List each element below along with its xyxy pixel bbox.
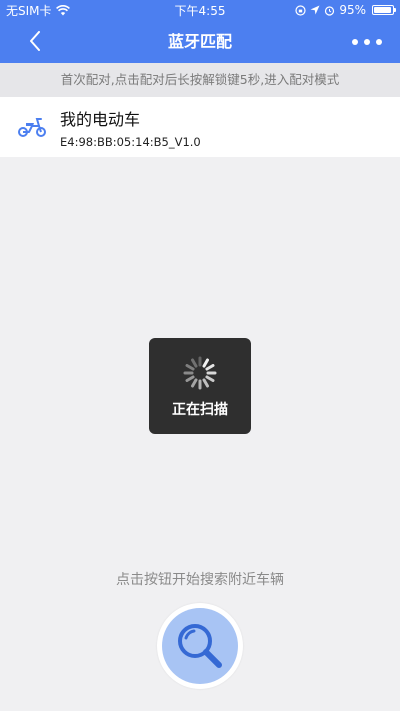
status-bar: 无SIM卡 下午4:55 95%: [0, 0, 400, 20]
spinner-tick: [191, 378, 198, 388]
scanning-toast: 正在扫描: [149, 338, 251, 434]
spinner-tick: [205, 364, 215, 371]
more-dot: [376, 39, 382, 45]
search-button-inner: [162, 608, 238, 684]
loading-spinner-icon: [183, 356, 217, 390]
status-left: 无SIM卡: [6, 2, 70, 19]
scanning-label: 正在扫描: [172, 402, 228, 418]
pairing-hint: 首次配对,点击配对后长按解锁键5秒,进入配对模式: [0, 63, 400, 97]
spinner-tick: [185, 364, 195, 371]
magnifier-icon: [178, 624, 222, 668]
status-right: 95%: [295, 3, 396, 17]
electric-scooter-icon: [18, 118, 46, 137]
search-hint: 点击按钮开始搜索附近车辆: [116, 572, 284, 588]
wifi-icon: [55, 4, 70, 15]
device-name: 我的电动车: [60, 109, 141, 129]
spinner-tick: [191, 358, 198, 368]
page-title: 蓝牙匹配: [167, 32, 232, 51]
alarm-icon: [325, 5, 335, 16]
device-info: 我的电动车 E4:98:BB:05:14:B5_V1.0: [60, 106, 201, 149]
device-list-item[interactable]: 我的电动车 E4:98:BB:05:14:B5_V1.0: [0, 97, 400, 157]
nav-bar: 蓝牙匹配: [0, 20, 400, 63]
more-dot: [364, 39, 370, 45]
spinner-tick: [202, 358, 209, 368]
battery-level: [374, 7, 391, 13]
more-dot: [352, 39, 358, 45]
device-mac: E4:98:BB:05:14:B5_V1.0: [60, 134, 201, 149]
battery-percent: 95%: [339, 3, 366, 17]
spinner-tick: [205, 375, 215, 382]
screen-rotation-lock-icon: [295, 4, 306, 16]
search-button[interactable]: [157, 603, 243, 689]
battery-icon: [372, 5, 396, 15]
location-arrow-icon: [310, 5, 320, 15]
more-button[interactable]: [352, 30, 382, 54]
spinner-tick: [185, 375, 195, 382]
spinner-tick: [202, 378, 209, 388]
carrier-label: 无SIM卡: [6, 3, 52, 18]
